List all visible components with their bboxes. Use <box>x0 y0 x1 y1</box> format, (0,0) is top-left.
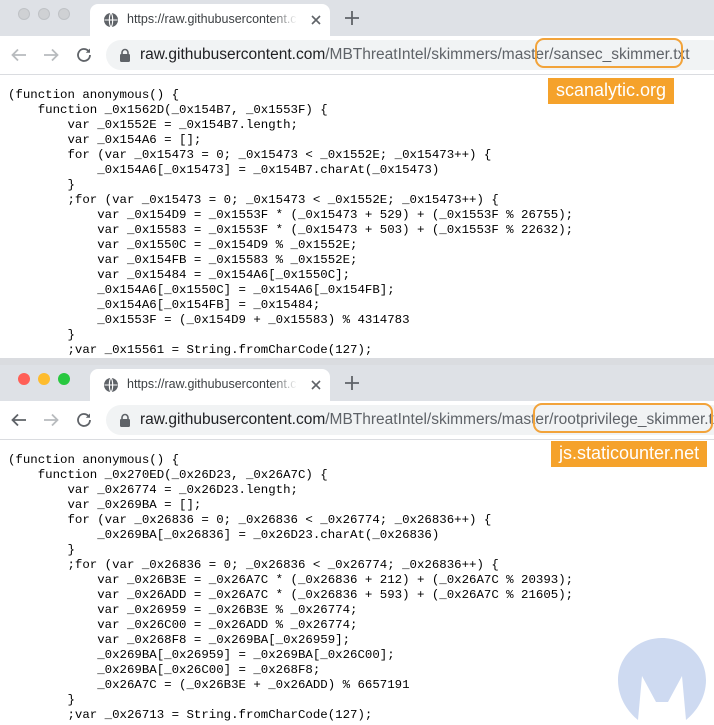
malwarebytes-logo-icon <box>618 638 706 720</box>
arrow-right-icon[interactable] <box>42 46 60 64</box>
reload-icon[interactable] <box>75 46 93 64</box>
code-line: ;var _0x15561 = String.fromCharCode(127)… <box>8 343 373 357</box>
code-line: ;var _0x26713 = String.fromCharCode(127)… <box>8 708 373 722</box>
highlight-box <box>535 38 683 68</box>
code-line: _0x269BA[_0x26959] = _0x269BA[_0x26C00]; <box>8 648 395 662</box>
close-icon[interactable] <box>308 12 324 28</box>
arrow-left-icon[interactable] <box>10 46 28 64</box>
plus-icon[interactable] <box>343 374 361 392</box>
code-line: var _0x15583 = _0x1553F * (_0x15473 + 50… <box>8 223 574 237</box>
lock-icon <box>120 48 130 62</box>
code-line: } <box>8 328 75 342</box>
code-line: var _0x15484 = _0x154A6[_0x1550C]; <box>8 268 351 282</box>
close-window-button[interactable] <box>18 8 30 20</box>
tab-title: https://raw.githubusercontent.com/MBThre… <box>127 12 297 26</box>
code-line: var _0x26ADD = _0x26A7C * (_0x26836 + 59… <box>8 588 574 602</box>
code-line: (function anonymous() { <box>8 88 180 102</box>
code-line: _0x1553F = (_0x154D9 + _0x15583) % 43147… <box>8 313 410 327</box>
code-line: var _0x268F8 = _0x269BA[_0x26959]; <box>8 633 351 647</box>
code-line: } <box>8 178 75 192</box>
code-line: function _0x270ED(_0x26D23, _0x26A7C) { <box>8 468 328 482</box>
reload-icon[interactable] <box>75 411 93 429</box>
tab-strip: https://raw.githubusercontent.com/MBThre… <box>0 0 714 36</box>
lock-icon <box>120 413 130 427</box>
code-line: _0x154A6[_0x15473] = _0x154B7.charAt(_0x… <box>8 163 440 177</box>
code-line: _0x154A6[_0x1550C] = _0x154A6[_0x154FB]; <box>8 283 395 297</box>
minimize-window-button[interactable] <box>38 373 50 385</box>
code-line: for (var _0x15473 = 0; _0x15473 < _0x155… <box>8 148 492 162</box>
bottom-browser-window: https://raw.githubusercontent.com/MBThre… <box>0 365 714 725</box>
globe-icon <box>104 377 118 393</box>
url-host: raw.githubusercontent.com <box>140 46 326 63</box>
code-line: var _0x26B3E = _0x26A7C * (_0x26836 + 21… <box>8 573 574 587</box>
arrow-right-icon[interactable] <box>42 411 60 429</box>
code-line: ;for (var _0x26836 = 0; _0x26836 < _0x26… <box>8 558 499 572</box>
code-line: (function anonymous() { <box>8 453 180 467</box>
arrow-left-icon[interactable] <box>10 411 28 429</box>
window-controls <box>18 373 70 385</box>
code-line: function _0x1562D(_0x154B7, _0x1553F) { <box>8 103 328 117</box>
code-line: _0x269BA[_0x26C00] = _0x268F8; <box>8 663 321 677</box>
browser-tab[interactable]: https://raw.githubusercontent.com/MBThre… <box>90 4 330 36</box>
window-divider <box>0 358 714 365</box>
code-line: for (var _0x26836 = 0; _0x26836 < _0x267… <box>8 513 492 527</box>
annotation-label: js.staticounter.net <box>551 441 708 467</box>
code-line: var _0x154A6 = []; <box>8 133 202 147</box>
tab-title: https://raw.githubusercontent.com/MBThre… <box>127 377 297 391</box>
code-line: var _0x26774 = _0x26D23.length; <box>8 483 298 497</box>
code-line: var _0x1552E = _0x154B7.length; <box>8 118 298 132</box>
close-window-button[interactable] <box>18 373 30 385</box>
code-line: _0x154A6[_0x154FB] = _0x15484; <box>8 298 321 312</box>
plus-icon[interactable] <box>343 9 361 27</box>
top-browser-window: https://raw.githubusercontent.com/MBThre… <box>0 0 714 358</box>
maximize-window-button[interactable] <box>58 373 70 385</box>
url-host: raw.githubusercontent.com <box>140 411 326 428</box>
url-path: /MBThreatIntel/skimmers/master/ <box>325 46 554 63</box>
code-line: _0x26A7C = (_0x26B3E + _0x26ADD) % 66571… <box>8 678 410 692</box>
globe-icon <box>104 12 118 28</box>
code-block: (function anonymous() { function _0x270E… <box>8 453 573 723</box>
code-line: var _0x154FB = _0x15583 % _0x1552E; <box>8 253 358 267</box>
code-line: var _0x154D9 = _0x1553F * (_0x15473 + 52… <box>8 208 574 222</box>
code-line: var _0x26C00 = _0x26ADD % _0x26774; <box>8 618 358 632</box>
tab-strip: https://raw.githubusercontent.com/MBThre… <box>0 365 714 401</box>
code-line: var _0x26959 = _0x26B3E % _0x26774; <box>8 603 358 617</box>
code-line: ;for (var _0x15473 = 0; _0x15473 < _0x15… <box>8 193 499 207</box>
code-line: _0x269BA[_0x26836] = _0x26D23.charAt(_0x… <box>8 528 440 542</box>
close-icon[interactable] <box>308 377 324 393</box>
browser-tab[interactable]: https://raw.githubusercontent.com/MBThre… <box>90 369 330 401</box>
code-line: var _0x1550C = _0x154D9 % _0x1552E; <box>8 238 358 252</box>
highlight-box <box>533 403 713 433</box>
window-controls <box>18 8 70 20</box>
minimize-window-button[interactable] <box>38 8 50 20</box>
maximize-window-button[interactable] <box>58 8 70 20</box>
code-line: } <box>8 543 75 557</box>
code-line: var _0x269BA = []; <box>8 498 202 512</box>
code-block: (function anonymous() { function _0x1562… <box>8 88 573 358</box>
url-path: /MBThreatIntel/skimmers/master/ <box>325 411 554 428</box>
code-line: } <box>8 693 75 707</box>
